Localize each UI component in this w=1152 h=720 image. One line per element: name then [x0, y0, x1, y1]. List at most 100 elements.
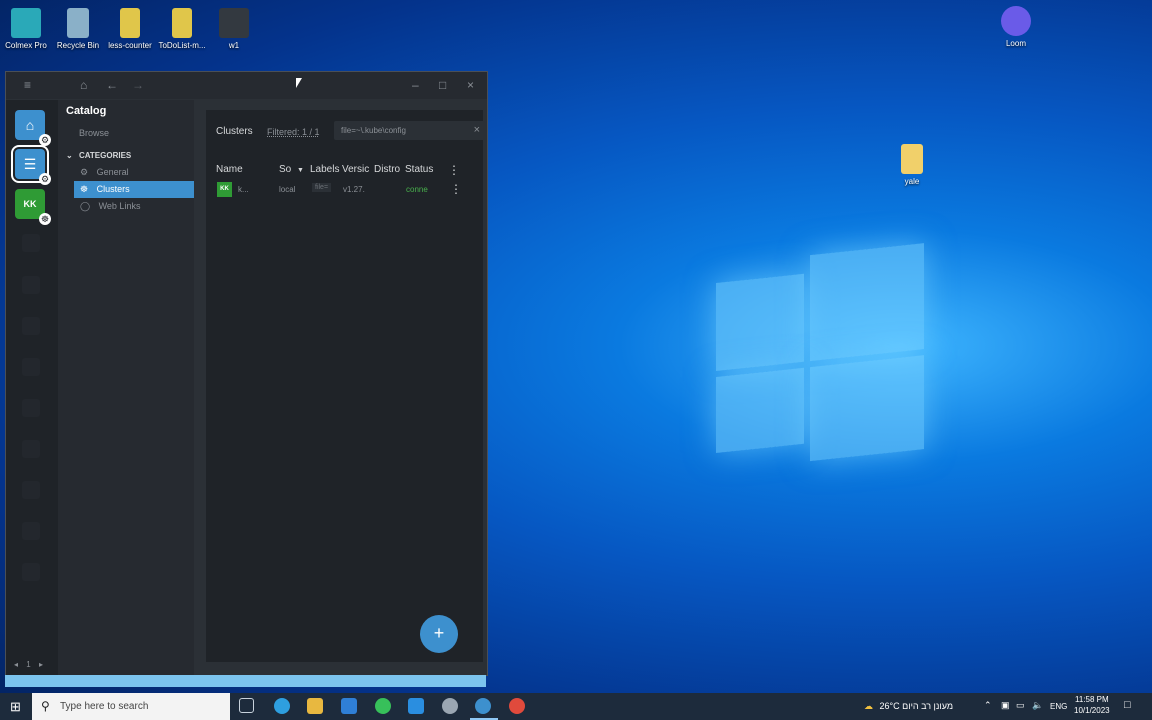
- search-input-value: file=~\.kube\config: [341, 126, 406, 135]
- cluster-source: local: [279, 185, 296, 194]
- desktop-icon-yale[interactable]: yale: [886, 144, 938, 186]
- column-header-label: So: [279, 164, 292, 175]
- desktop-icon-todolist[interactable]: ToDoList-m...: [156, 8, 208, 50]
- image-thumbnail-icon: [219, 8, 249, 38]
- clock[interactable]: 11:58 PM 10/1/2023: [1074, 695, 1110, 715]
- hotbar-cluster-kk[interactable]: KK ☸: [15, 189, 51, 225]
- windows-icon: ⊞: [10, 699, 21, 714]
- window-titlebar[interactable]: ≡ ⌂ ← → – □ ×: [6, 72, 487, 99]
- whatsapp-icon[interactable]: [375, 698, 391, 714]
- kubernetes-icon: ☸: [80, 184, 89, 194]
- home-icon[interactable]: ⌂: [80, 78, 87, 92]
- column-header-distro[interactable]: Distro: [374, 164, 400, 175]
- clock-time: 11:58 PM: [1074, 695, 1109, 704]
- start-button[interactable]: ⊞: [0, 693, 32, 720]
- mouse-cursor: [296, 78, 302, 88]
- lens-icon[interactable]: [475, 698, 491, 714]
- weather-text: 26°C מעונן רב היום: [879, 701, 954, 711]
- desktop-icon-recycle-bin[interactable]: Recycle Bin: [52, 8, 104, 50]
- add-button[interactable]: +: [420, 615, 458, 653]
- sidebar-item-general[interactable]: ⚙ General: [80, 167, 129, 178]
- hotbar-empty-slot[interactable]: [22, 440, 40, 458]
- sidebar-item-web-links[interactable]: ◯ Web Links: [80, 201, 140, 212]
- weather-widget[interactable]: ☁ 26°C מעונן רב היום: [864, 701, 953, 712]
- hotbar-empty-slot[interactable]: [22, 358, 40, 376]
- cluster-badge: KK: [217, 182, 232, 197]
- chevron-left-icon[interactable]: ◂: [14, 660, 18, 669]
- search-input[interactable]: file=~\.kube\config ×: [334, 121, 485, 140]
- battery-icon[interactable]: ▭: [1016, 700, 1025, 711]
- hotbar-empty-slot[interactable]: [22, 563, 40, 581]
- sidebar-title: Catalog: [66, 105, 107, 117]
- clear-icon[interactable]: ×: [474, 124, 480, 136]
- sidebar-browse[interactable]: Browse: [79, 128, 109, 138]
- hotbar-empty-slot[interactable]: [22, 317, 40, 335]
- kubernetes-icon: ☸: [39, 213, 51, 225]
- sidebar-item-label: Clusters: [96, 184, 130, 194]
- hotbar-page-number: 1: [26, 660, 31, 669]
- chrome-icon[interactable]: [509, 698, 525, 714]
- task-view-icon[interactable]: [239, 698, 254, 713]
- gear-icon: ⚙: [39, 173, 51, 185]
- file-icon: [901, 144, 923, 174]
- gear-icon: ⚙: [80, 167, 89, 177]
- column-header-status[interactable]: Status: [405, 164, 433, 175]
- hotbar-empty-slot[interactable]: [22, 481, 40, 499]
- categories-label: CATEGORIES: [78, 151, 132, 160]
- edge-icon[interactable]: [274, 698, 290, 714]
- desktop-icon-w1[interactable]: w1: [208, 8, 260, 50]
- row-menu-icon[interactable]: ⋮: [450, 182, 462, 196]
- desktop-icon-label: Loom: [1005, 39, 1026, 48]
- hotbar-catalog-home[interactable]: ⌂ ⚙: [15, 110, 51, 146]
- column-header-version[interactable]: Versic: [342, 164, 369, 175]
- hotbar-empty-slot[interactable]: [22, 276, 40, 294]
- hotbar-catalog-list[interactable]: ☰ ⚙: [11, 145, 51, 185]
- vscode-icon[interactable]: [408, 698, 424, 714]
- hotbar: ⌂ ⚙ ☰ ⚙ KK ☸ ◂ 1 ▸: [6, 100, 58, 675]
- catalog-sidebar: Catalog Browse ⌄ CATEGORIES ⚙ General ☸ …: [58, 100, 194, 675]
- chevron-up-icon[interactable]: ⌃: [984, 700, 992, 711]
- desktop-icon-label: Recycle Bin: [56, 41, 100, 50]
- table-row[interactable]: KK k... local file= v1.27. conne ⋮: [212, 180, 482, 200]
- forward-arrow-icon[interactable]: →: [132, 78, 144, 92]
- sidebar-item-label: General: [96, 167, 129, 177]
- hotbar-empty-slot[interactable]: [22, 234, 40, 252]
- column-header-name[interactable]: Name: [216, 164, 243, 175]
- lens-window: ≡ ⌂ ← → – □ × ⌂ ⚙ ☰ ⚙ KK ☸ ◂ 1 ▸ Catalog…: [5, 71, 488, 676]
- volume-icon[interactable]: 🔈: [1032, 700, 1043, 711]
- network-icon[interactable]: ▣: [1001, 700, 1010, 711]
- hotbar-empty-slot[interactable]: [22, 399, 40, 417]
- chevron-right-icon[interactable]: ▸: [39, 660, 43, 669]
- desktop-icon-colmex[interactable]: Colmex Pro: [0, 8, 52, 50]
- settings-icon[interactable]: [442, 698, 458, 714]
- maximize-icon[interactable]: □: [439, 78, 446, 92]
- search-placeholder: Type here to search: [60, 701, 149, 712]
- loom-icon: [1001, 6, 1031, 36]
- desktop-icon-loom[interactable]: Loom: [990, 6, 1042, 48]
- column-header-labels[interactable]: Labels: [310, 164, 339, 175]
- minimize-icon[interactable]: –: [412, 78, 419, 92]
- sidebar-item-clusters[interactable]: ☸ Clusters: [74, 181, 194, 198]
- windows-logo: [716, 243, 926, 477]
- sidebar-item-label: Web Links: [98, 201, 141, 211]
- globe-icon: ◯: [80, 201, 91, 211]
- hotbar-empty-slot[interactable]: [22, 522, 40, 540]
- clusters-main: Clusters Filtered: 1 / 1 file=~\.kube\co…: [194, 100, 487, 675]
- file-explorer-icon[interactable]: [307, 698, 323, 714]
- back-arrow-icon[interactable]: ←: [106, 78, 118, 92]
- file-icon: [120, 8, 140, 38]
- recycle-bin-icon: [67, 8, 89, 38]
- chevron-down-icon: ⌄: [66, 151, 73, 160]
- categories-header[interactable]: ⌄ CATEGORIES: [66, 151, 131, 160]
- menu-icon[interactable]: ≡: [24, 78, 31, 92]
- notification-icon[interactable]: □: [1124, 699, 1131, 711]
- close-icon[interactable]: ×: [467, 78, 474, 92]
- desktop-icon-label: w1: [228, 41, 240, 50]
- desktop-icon-label: yale: [904, 177, 920, 186]
- desktop-icon-less-counter[interactable]: less-counter: [104, 8, 156, 50]
- store-icon[interactable]: [341, 698, 357, 714]
- columns-menu-icon[interactable]: ⋮: [448, 163, 460, 177]
- language-indicator[interactable]: ENG: [1050, 702, 1067, 711]
- taskbar-search[interactable]: ⚲ Type here to search: [32, 693, 230, 720]
- column-header-source[interactable]: So ▼: [279, 164, 304, 175]
